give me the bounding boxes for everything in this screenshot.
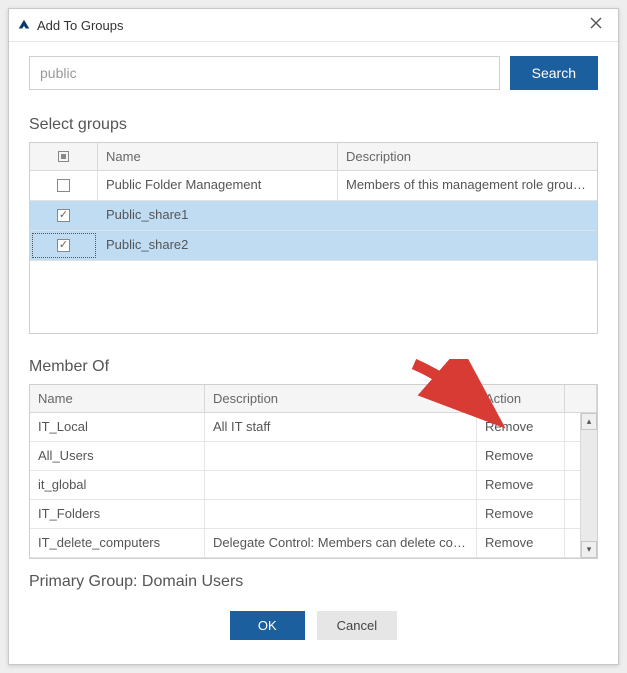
dialog-title: Add To Groups [37, 18, 578, 33]
header-action[interactable]: Action [477, 385, 565, 412]
remove-action[interactable]: Remove [477, 471, 565, 499]
select-groups-row[interactable]: Public_share2 [30, 231, 597, 261]
checkbox-icon[interactable] [57, 209, 70, 222]
titlebar: Add To Groups [9, 9, 618, 42]
scroll-track[interactable] [581, 430, 597, 541]
row-description [205, 471, 477, 499]
row-name: IT_Local [30, 413, 205, 441]
row-name: it_global [30, 471, 205, 499]
row-description [205, 500, 477, 528]
member-of-row[interactable]: it_global Remove [30, 471, 580, 500]
search-input[interactable] [29, 56, 500, 90]
select-groups-row[interactable]: Public_share1 [30, 201, 597, 231]
search-row: Search [29, 56, 598, 90]
dialog-content: Search Select groups Name Description Pu… [9, 42, 618, 664]
checkbox-icon[interactable] [57, 239, 70, 252]
select-groups-empty-area [30, 261, 597, 333]
close-button[interactable] [584, 15, 608, 35]
row-description: Delegate Control: Members can delete com… [205, 529, 477, 557]
row-checkbox-cell[interactable] [30, 201, 98, 230]
row-description: All IT staff [205, 413, 477, 441]
header-description[interactable]: Description [205, 385, 477, 412]
row-description: Members of this management role group ca… [338, 171, 597, 200]
row-name: IT_delete_computers [30, 529, 205, 557]
member-of-row[interactable]: IT_LocalAll IT staffRemove [30, 413, 580, 442]
row-checkbox-cell[interactable] [30, 171, 98, 200]
add-to-groups-dialog: Add To Groups Search Select groups Name … [8, 8, 619, 665]
row-description [338, 231, 597, 260]
select-groups-grid: Name Description Public Folder Managemen… [29, 142, 598, 334]
ok-button[interactable]: OK [230, 611, 305, 640]
header-scroll-spacer [565, 385, 597, 412]
cancel-button[interactable]: Cancel [317, 611, 397, 640]
member-of-row[interactable]: IT_delete_computersDelegate Control: Mem… [30, 529, 580, 558]
member-of-title: Member Of [29, 358, 598, 376]
select-groups-header: Name Description [30, 143, 597, 171]
row-name: Public_share2 [98, 231, 338, 260]
select-groups-title: Select groups [29, 116, 598, 134]
row-checkbox-cell[interactable] [30, 231, 98, 260]
scroll-up-button[interactable]: ▴ [581, 413, 597, 430]
close-icon [590, 17, 602, 29]
search-button[interactable]: Search [510, 56, 598, 90]
header-name[interactable]: Name [98, 143, 338, 170]
remove-action[interactable]: Remove [477, 529, 565, 557]
app-logo-icon [17, 18, 31, 32]
header-description[interactable]: Description [338, 143, 597, 170]
row-description [205, 442, 477, 470]
remove-action[interactable]: Remove [477, 442, 565, 470]
member-of-row[interactable]: IT_Folders Remove [30, 500, 580, 529]
checkbox-icon[interactable] [57, 179, 70, 192]
row-name: Public_share1 [98, 201, 338, 230]
header-name[interactable]: Name [30, 385, 205, 412]
scrollbar[interactable]: ▴ ▾ [580, 413, 597, 558]
member-of-grid: Name Description Action IT_LocalAll IT s… [29, 384, 598, 559]
scroll-down-button[interactable]: ▾ [581, 541, 597, 558]
tristate-icon [58, 151, 69, 162]
row-name: IT_Folders [30, 500, 205, 528]
dialog-buttons: OK Cancel [29, 591, 598, 658]
member-of-header: Name Description Action [30, 385, 597, 413]
row-description [338, 201, 597, 230]
remove-action[interactable]: Remove [477, 500, 565, 528]
select-groups-row[interactable]: Public Folder ManagementMembers of this … [30, 171, 597, 201]
member-of-row[interactable]: All_Users Remove [30, 442, 580, 471]
remove-action[interactable]: Remove [477, 413, 565, 441]
primary-group-label: Primary Group: Domain Users [29, 573, 598, 591]
header-checkbox[interactable] [30, 143, 98, 170]
row-name: All_Users [30, 442, 205, 470]
row-name: Public Folder Management [98, 171, 338, 200]
